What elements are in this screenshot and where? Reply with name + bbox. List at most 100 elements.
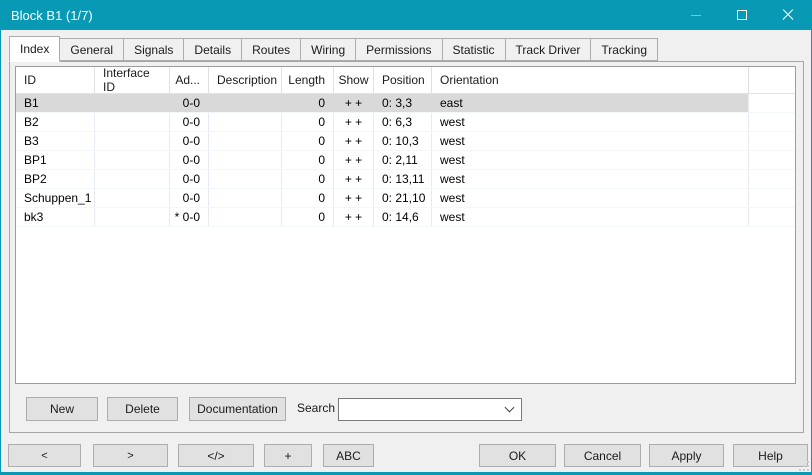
column-header-Ad...[interactable]: Ad... <box>170 67 209 93</box>
next-button[interactable]: > <box>93 444 168 467</box>
documentation-button[interactable]: Documentation <box>189 397 286 421</box>
xml-button[interactable]: </> <box>178 444 254 467</box>
close-button[interactable] <box>765 0 811 30</box>
cell <box>749 132 795 150</box>
cell: 0-0 <box>170 113 209 131</box>
cell: 0 <box>282 94 334 112</box>
column-header-ID[interactable]: ID <box>16 67 95 93</box>
chevron-down-icon[interactable] <box>505 403 515 413</box>
cell: BP1 <box>16 151 95 169</box>
cell <box>209 189 282 207</box>
search-label: Search <box>297 401 335 415</box>
cell: + + <box>334 94 374 112</box>
maximize-button[interactable] <box>719 0 765 30</box>
cell <box>749 189 795 207</box>
column-header-Description[interactable]: Description <box>209 67 282 93</box>
blocks-table: IDInterface IDAd...DescriptionLengthShow… <box>15 66 796 384</box>
cell: 0: 14,6 <box>374 208 432 226</box>
cell: 0-0 <box>170 132 209 150</box>
table-header: IDInterface IDAd...DescriptionLengthShow… <box>16 67 795 94</box>
table-row-BP2[interactable]: BP20-00+ +0: 13,11west <box>16 170 795 189</box>
cell: 0: 10,3 <box>374 132 432 150</box>
cell: B2 <box>16 113 95 131</box>
cell: 0-0 <box>170 189 209 207</box>
plus-button[interactable]: + <box>264 444 312 467</box>
cell: 0 <box>282 189 334 207</box>
column-header-Interface ID[interactable]: Interface ID <box>95 67 170 93</box>
cell <box>749 170 795 188</box>
cell <box>95 132 170 150</box>
block-properties-dialog: Block B1 (1/7) IndexGeneralSignalsDetail… <box>0 0 812 475</box>
resize-grip[interactable] <box>807 469 809 471</box>
tab-bar: IndexGeneralSignalsDetailsRoutesWiringPe… <box>9 36 658 61</box>
cell: 0: 13,11 <box>374 170 432 188</box>
tab-wiring[interactable]: Wiring <box>301 38 356 61</box>
search-input[interactable] <box>339 399 506 420</box>
cell: Schuppen_1 <box>16 189 95 207</box>
tab-permissions[interactable]: Permissions <box>356 38 442 61</box>
search-combobox[interactable] <box>338 398 522 421</box>
dialog-footer: < > </> + ABC OK Cancel Apply Help <box>1 444 811 467</box>
cell <box>95 94 170 112</box>
cell: west <box>432 208 749 226</box>
cell: B3 <box>16 132 95 150</box>
table-row-bk3[interactable]: bk3* 0-00+ +0: 14,6west <box>16 208 795 227</box>
cell: 0 <box>282 113 334 131</box>
tab-tracking[interactable]: Tracking <box>591 38 658 61</box>
table-row-B3[interactable]: B30-00+ +0: 10,3west <box>16 132 795 151</box>
cell: west <box>432 189 749 207</box>
window-title: Block B1 (1/7) <box>1 8 673 23</box>
cell <box>749 113 795 131</box>
title-bar[interactable]: Block B1 (1/7) <box>1 0 811 30</box>
cell <box>209 151 282 169</box>
column-header-Position[interactable]: Position <box>374 67 432 93</box>
cell: * 0-0 <box>170 208 209 226</box>
window-controls <box>673 0 811 30</box>
tab-routes[interactable]: Routes <box>242 38 301 61</box>
cell <box>209 113 282 131</box>
cell: west <box>432 151 749 169</box>
new-button[interactable]: New <box>26 397 98 421</box>
tab-signals[interactable]: Signals <box>124 38 184 61</box>
ok-button[interactable]: OK <box>479 444 556 467</box>
cell <box>209 94 282 112</box>
apply-button[interactable]: Apply <box>649 444 724 467</box>
prev-button[interactable]: < <box>8 444 81 467</box>
cell: 0 <box>282 132 334 150</box>
cell: 0 <box>282 208 334 226</box>
minimize-icon <box>691 15 701 16</box>
minimize-button[interactable] <box>673 0 719 30</box>
table-row-BP1[interactable]: BP10-00+ +0: 2,11west <box>16 151 795 170</box>
cell: 0 <box>282 151 334 169</box>
maximize-icon <box>737 10 747 20</box>
tab-details[interactable]: Details <box>184 38 242 61</box>
delete-button[interactable]: Delete <box>107 397 178 421</box>
table-row-B2[interactable]: B20-00+ +0: 6,3west <box>16 113 795 132</box>
help-button[interactable]: Help <box>733 444 808 467</box>
cancel-button[interactable]: Cancel <box>564 444 641 467</box>
cell: 0: 6,3 <box>374 113 432 131</box>
cell: + + <box>334 189 374 207</box>
tab-track-driver[interactable]: Track Driver <box>506 38 592 61</box>
cell: 0: 2,11 <box>374 151 432 169</box>
cell: bk3 <box>16 208 95 226</box>
cell: west <box>432 170 749 188</box>
close-icon <box>782 9 794 21</box>
cell <box>95 113 170 131</box>
table-row-B1[interactable]: B10-00+ +0: 3,3east <box>16 94 795 113</box>
column-header-Show[interactable]: Show <box>334 67 374 93</box>
column-header-Orientation[interactable]: Orientation <box>432 67 749 93</box>
tab-index[interactable]: Index <box>9 36 60 62</box>
abc-button[interactable]: ABC <box>323 444 374 467</box>
column-header-filler[interactable] <box>749 67 795 93</box>
cell: BP2 <box>16 170 95 188</box>
cell: B1 <box>16 94 95 112</box>
cell <box>95 151 170 169</box>
table-row-Schuppen_1[interactable]: Schuppen_10-00+ +0: 21,10west <box>16 189 795 208</box>
cell <box>95 189 170 207</box>
cell <box>95 208 170 226</box>
tab-general[interactable]: General <box>60 38 124 61</box>
column-header-Length[interactable]: Length <box>282 67 334 93</box>
tab-statistic[interactable]: Statistic <box>443 38 506 61</box>
cell: east <box>432 94 749 112</box>
